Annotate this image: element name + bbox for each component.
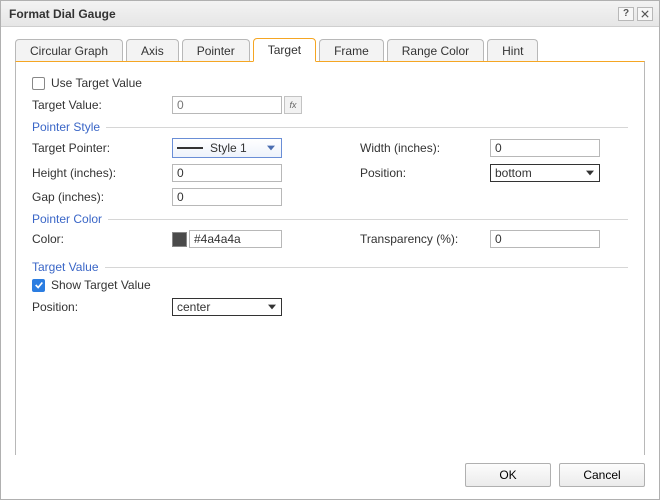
- height-input[interactable]: [172, 164, 282, 182]
- use-target-checkbox[interactable]: [32, 77, 45, 90]
- color-input[interactable]: [189, 230, 282, 248]
- fx-button[interactable]: fx: [284, 96, 302, 114]
- titlebar: Format Dial Gauge ?: [1, 1, 659, 27]
- line-icon: [177, 147, 203, 149]
- chevron-down-icon: [582, 165, 597, 181]
- divider: [106, 127, 628, 128]
- color-label: Color:: [32, 232, 172, 246]
- position-select[interactable]: bottom: [490, 164, 600, 182]
- pointer-style-row-1: Target Pointer: Style 1 Width (inches):: [32, 138, 628, 164]
- width-label: Width (inches):: [360, 141, 490, 155]
- tab-label: Frame: [334, 44, 369, 58]
- tab-range-color[interactable]: Range Color: [387, 39, 484, 62]
- target-pointer-select[interactable]: Style 1: [172, 138, 282, 158]
- tab-pointer[interactable]: Pointer: [182, 39, 250, 62]
- tab-label: Pointer: [197, 44, 235, 58]
- footer: OK Cancel: [1, 455, 659, 499]
- ok-button[interactable]: OK: [465, 463, 551, 487]
- chevron-down-icon: [263, 139, 279, 157]
- chevron-down-icon: [264, 299, 279, 315]
- target-position-row: Position: center: [32, 298, 628, 316]
- tab-circular-graph[interactable]: Circular Graph: [15, 39, 123, 62]
- group-pointer-color: Pointer Color: [32, 212, 628, 226]
- gap-label: Gap (inches):: [32, 190, 172, 204]
- tab-label: Axis: [141, 44, 164, 58]
- position-label: Position:: [360, 166, 490, 180]
- select-value: bottom: [495, 166, 532, 180]
- window-title: Format Dial Gauge: [9, 7, 615, 21]
- target-position-label: Position:: [32, 300, 172, 314]
- tab-bar: Circular Graph Axis Pointer Target Frame…: [15, 37, 645, 61]
- dialog: Format Dial Gauge ? Circular Graph Axis …: [0, 0, 660, 500]
- divider: [105, 267, 629, 268]
- tab-label: Circular Graph: [30, 44, 108, 58]
- pointer-style-row-2: Height (inches): Position: bottom: [32, 164, 628, 188]
- show-target-row: Show Target Value: [32, 278, 628, 292]
- tab-panel-target: Use Target Value Target Value: fx Pointe…: [15, 61, 645, 455]
- target-value-input[interactable]: [172, 96, 282, 114]
- transparency-input[interactable]: [490, 230, 600, 248]
- gap-row: Gap (inches):: [32, 188, 628, 206]
- tab-label: Range Color: [402, 44, 469, 58]
- group-label-text: Pointer Style: [32, 120, 100, 134]
- show-target-label: Show Target Value: [51, 278, 151, 292]
- gap-input[interactable]: [172, 188, 282, 206]
- group-label-text: Pointer Color: [32, 212, 102, 226]
- tab-target[interactable]: Target: [253, 38, 316, 62]
- height-label: Height (inches):: [32, 166, 172, 180]
- color-swatch[interactable]: [172, 232, 187, 247]
- group-target-value: Target Value: [32, 260, 628, 274]
- transparency-label: Transparency (%):: [360, 232, 490, 246]
- select-value: center: [177, 300, 210, 314]
- select-value: Style 1: [210, 141, 247, 155]
- divider: [108, 219, 628, 220]
- tab-label: Hint: [502, 44, 523, 58]
- width-input[interactable]: [490, 139, 600, 157]
- close-button[interactable]: [637, 7, 653, 21]
- tab-frame[interactable]: Frame: [319, 39, 384, 62]
- tab-label: Target: [268, 43, 301, 57]
- target-pointer-label: Target Pointer:: [32, 141, 172, 155]
- group-pointer-style: Pointer Style: [32, 120, 628, 134]
- content: Circular Graph Axis Pointer Target Frame…: [1, 27, 659, 455]
- tab-hint[interactable]: Hint: [487, 39, 538, 62]
- help-button[interactable]: ?: [618, 7, 634, 21]
- check-icon: [34, 280, 44, 290]
- tab-axis[interactable]: Axis: [126, 39, 179, 62]
- group-label-text: Target Value: [32, 260, 99, 274]
- target-value-label: Target Value:: [32, 98, 172, 112]
- pointer-color-row: Color: Transparency (%):: [32, 230, 628, 254]
- use-target-row: Use Target Value: [32, 76, 628, 90]
- show-target-checkbox[interactable]: [32, 279, 45, 292]
- target-position-select[interactable]: center: [172, 298, 282, 316]
- use-target-label: Use Target Value: [51, 76, 142, 90]
- target-value-row: Target Value: fx: [32, 96, 628, 114]
- close-icon: [641, 10, 649, 18]
- cancel-button[interactable]: Cancel: [559, 463, 645, 487]
